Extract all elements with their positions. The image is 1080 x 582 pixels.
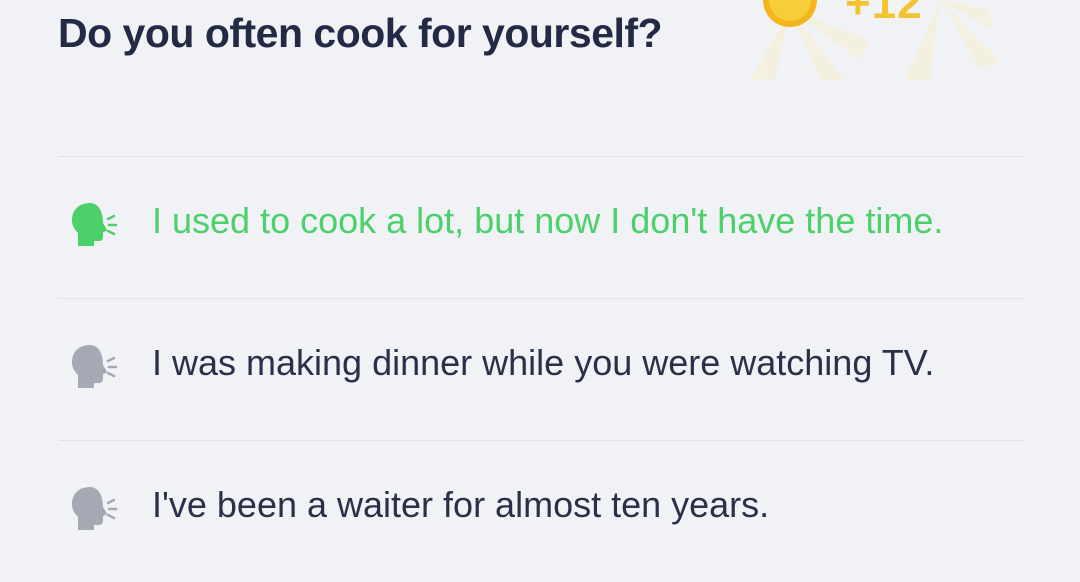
answer-option-1[interactable]: I used to cook a lot, but now I don't ha… [58, 156, 1023, 298]
speaking-head-icon [72, 203, 118, 246]
question-title: Do you often cook for yourself? [58, 10, 663, 56]
sun-coin-icon [763, 0, 817, 27]
speaking-head-icon [72, 345, 118, 388]
answer-option-2[interactable]: I was making dinner while you were watch… [58, 298, 1023, 440]
speaking-head-icon [72, 487, 118, 530]
sun-rays-decoration [750, 0, 1000, 80]
answer-option-text: I was making dinner while you were watch… [152, 342, 935, 383]
answer-option-text: I used to cook a lot, but now I don't ha… [152, 200, 944, 241]
reward-points: +12 [845, 0, 923, 28]
answer-options: I used to cook a lot, but now I don't ha… [58, 156, 1023, 582]
answer-option-3[interactable]: I've been a waiter for almost ten years. [58, 440, 1023, 582]
reward-indicator: +12 [730, 0, 1010, 80]
answer-option-text: I've been a waiter for almost ten years. [152, 484, 770, 525]
